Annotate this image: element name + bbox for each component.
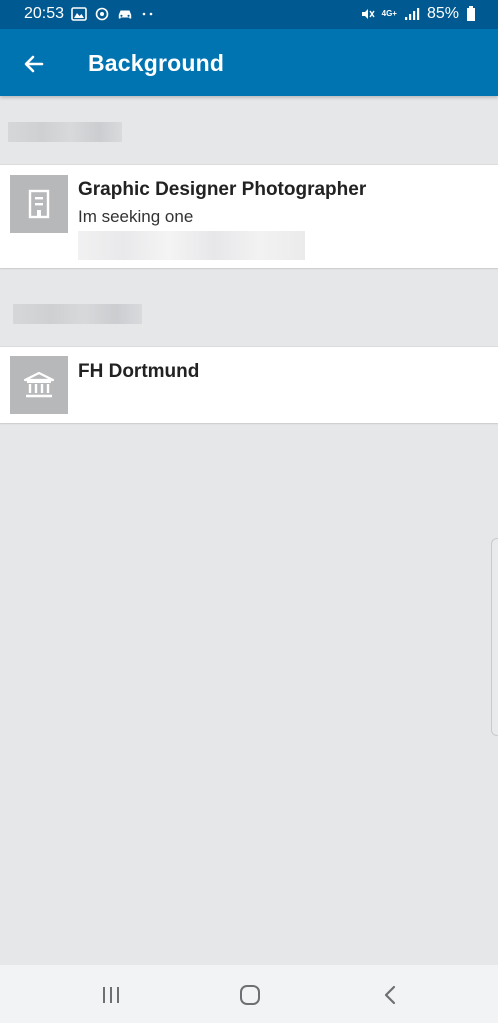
- app-bar: Background: [0, 29, 498, 96]
- item-date-redacted: [78, 231, 305, 260]
- status-bar: 20:53 4G+ 85%: [0, 0, 498, 29]
- edge-panel-handle[interactable]: [491, 538, 498, 736]
- list-item[interactable]: FH Dortmund: [0, 346, 498, 423]
- gallery-icon: [71, 7, 87, 21]
- recents-button[interactable]: [96, 980, 126, 1010]
- section-header-redacted: [8, 122, 122, 142]
- more-dots-icon: [142, 12, 153, 16]
- recents-icon: [103, 987, 119, 1003]
- signal-icon: [404, 8, 420, 20]
- item-subtitle: Im seeking one: [78, 207, 194, 226]
- home-button[interactable]: [235, 980, 265, 1010]
- list-item[interactable]: Graphic Designer Photographer Im seeking…: [0, 164, 498, 268]
- status-left: 20:53: [24, 5, 156, 23]
- navigation-bar: [0, 965, 498, 1023]
- status-time: 20:53: [24, 5, 65, 22]
- section-header-redacted: [13, 304, 142, 324]
- back-nav-icon: [384, 985, 396, 1005]
- network-4g-icon: 4G+: [382, 10, 397, 18]
- back-nav-button[interactable]: [375, 980, 405, 1010]
- network-label: 4G+: [381, 9, 397, 18]
- battery-percent: 85%: [426, 5, 459, 22]
- page-title: Background: [88, 50, 225, 76]
- battery-icon: [467, 6, 475, 21]
- item-title: Graphic Designer Photographer: [78, 179, 367, 200]
- sync-icon: [95, 7, 109, 21]
- status-right: 4G+ 85%: [359, 5, 476, 23]
- company-logo: [10, 175, 68, 233]
- mute-vibrate-icon: [361, 9, 375, 19]
- institution-icon: [23, 371, 55, 398]
- car-icon: [118, 10, 132, 19]
- item-title: FH Dortmund: [78, 361, 200, 382]
- home-icon: [240, 985, 260, 1005]
- back-button[interactable]: [18, 48, 50, 80]
- school-logo: [10, 356, 68, 414]
- arrow-left-icon: [24, 55, 44, 73]
- building-icon: [28, 189, 50, 219]
